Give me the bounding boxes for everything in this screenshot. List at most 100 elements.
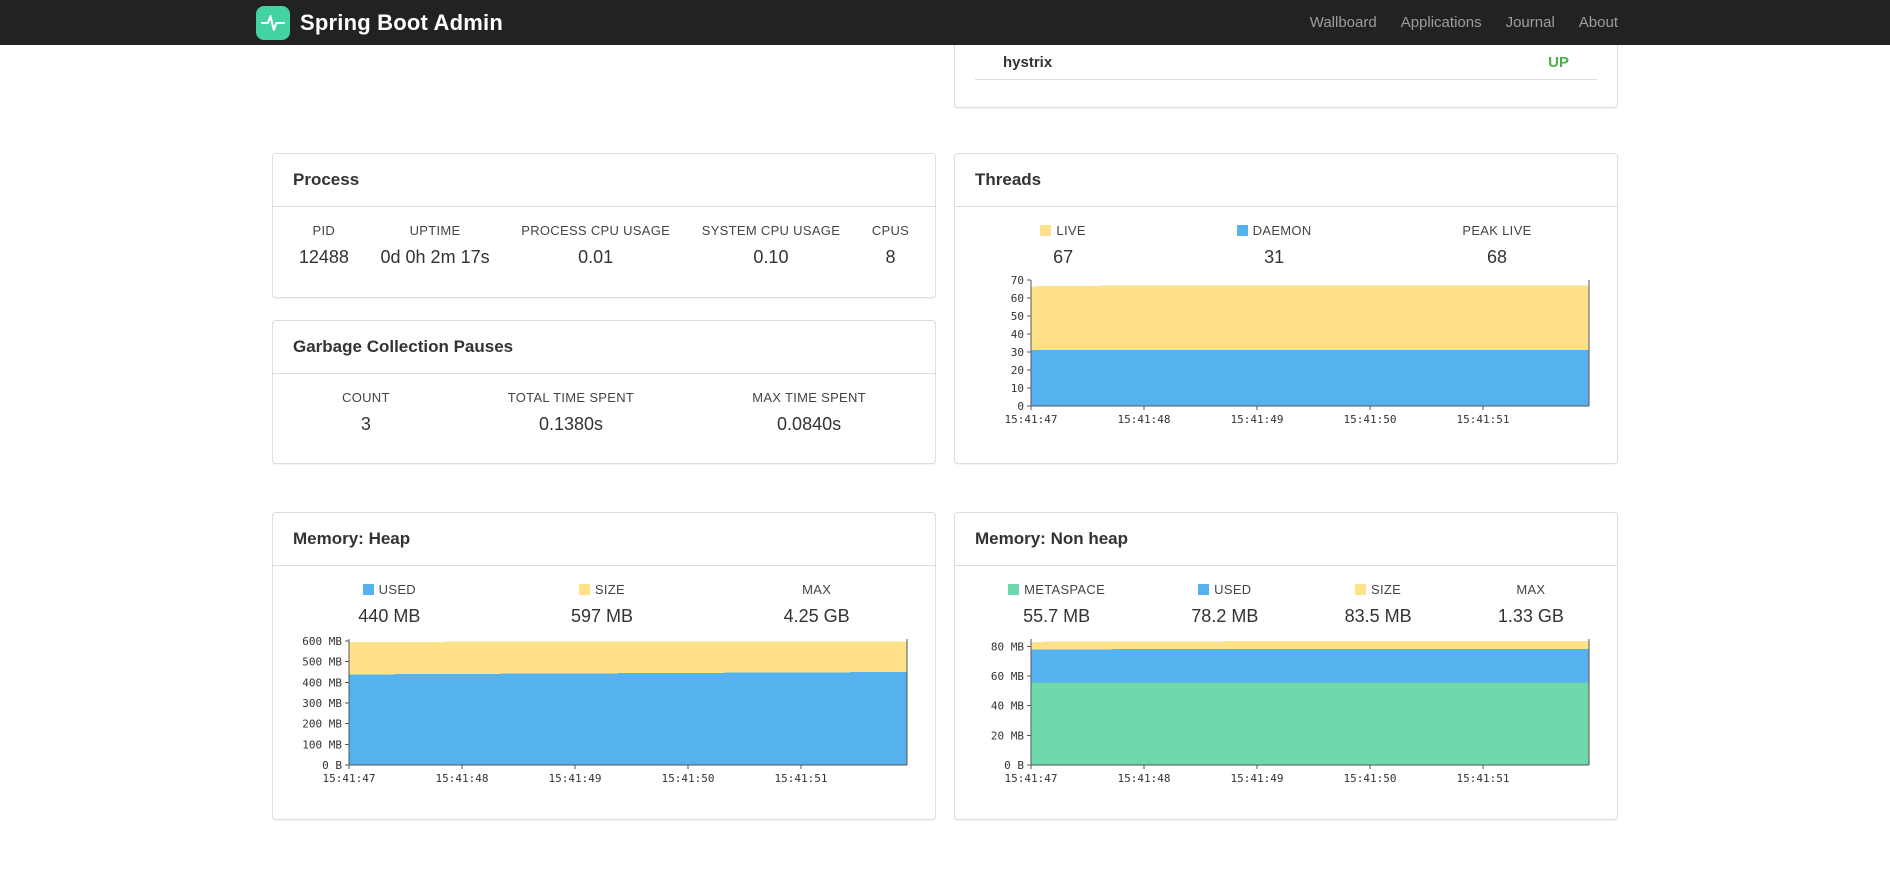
nonheap-legend: METASPACE 55.7 MB USED 78.2 MB SIZE 83.5…: [955, 566, 1617, 627]
legend-item-max: MAX 4.25 GB: [784, 582, 850, 627]
application-status-panel: hystrix UP: [954, 45, 1618, 108]
nav-link-applications[interactable]: Applications: [1401, 14, 1482, 31]
metric-value: 0.01: [578, 247, 614, 267]
svg-text:40 MB: 40 MB: [991, 700, 1024, 713]
legend-label: MAX: [1516, 582, 1546, 597]
threads-legend: LIVE 67 DAEMON 31 PEAK LIVE 68: [955, 207, 1617, 268]
metric-label: PID: [312, 223, 336, 238]
legend-label: MAX: [802, 582, 832, 597]
navbar-links: Wallboard Applications Journal About: [1310, 14, 1618, 31]
metric-label: UPTIME: [409, 223, 461, 238]
metric-uptime: UPTIME 0d 0h 2m 17s: [381, 223, 490, 268]
process-metrics: PID 12488 UPTIME 0d 0h 2m 17s PROCESS CP…: [273, 207, 935, 268]
svg-text:50: 50: [1011, 310, 1024, 323]
gc-panel: Garbage Collection Pauses COUNT 3 TOTAL …: [272, 320, 936, 464]
legend-item-live: LIVE 67: [1040, 223, 1086, 268]
legend-value: 68: [1486, 247, 1507, 267]
svg-text:500 MB: 500 MB: [302, 656, 342, 669]
legend-label: METASPACE: [1024, 582, 1106, 597]
metric-label: PROCESS CPU USAGE: [521, 223, 671, 238]
application-row[interactable]: hystrix UP: [975, 45, 1597, 80]
heap-legend: USED 440 MB SIZE 597 MB MAX 4.25 GB: [273, 566, 935, 627]
svg-text:15:41:51: 15:41:51: [775, 772, 828, 785]
nav-link-wallboard[interactable]: Wallboard: [1310, 14, 1377, 31]
panel-title: Garbage Collection Pauses: [273, 321, 935, 374]
spring-boot-admin-logo: [256, 5, 290, 40]
metric-value: 0.1380s: [538, 414, 603, 434]
svg-text:20: 20: [1011, 364, 1024, 377]
metric-label: TOTAL TIME SPENT: [507, 390, 635, 405]
gc-metrics: COUNT 3 TOTAL TIME SPENT 0.1380s MAX TIM…: [273, 374, 935, 435]
svg-text:0 B: 0 B: [1004, 759, 1024, 772]
svg-text:400 MB: 400 MB: [302, 676, 342, 689]
svg-text:300 MB: 300 MB: [302, 697, 342, 710]
legend-item-used: USED 440 MB: [358, 582, 420, 627]
legend-value: 31: [1264, 247, 1285, 267]
dashboard-content: Process PID 12488 UPTIME 0d 0h 2m 17s PR…: [272, 45, 1618, 820]
nav-link-about[interactable]: About: [1579, 14, 1618, 31]
legend-label: USED: [378, 582, 416, 597]
legend-value: 83.5 MB: [1344, 606, 1412, 626]
legend-value: 597 MB: [570, 606, 633, 626]
metric-pid: PID 12488: [299, 223, 349, 268]
svg-text:15:41:51: 15:41:51: [1457, 772, 1510, 785]
brand-link[interactable]: Spring Boot Admin: [256, 5, 504, 40]
svg-text:15:41:48: 15:41:48: [1118, 413, 1171, 426]
svg-text:15:41:49: 15:41:49: [549, 772, 602, 785]
svg-text:200 MB: 200 MB: [302, 718, 342, 731]
legend-swatch-used: [362, 584, 374, 595]
nav-link-journal[interactable]: Journal: [1506, 14, 1555, 31]
svg-text:0: 0: [1017, 400, 1024, 413]
left-column: Process PID 12488 UPTIME 0d 0h 2m 17s PR…: [272, 45, 936, 820]
svg-text:15:41:47: 15:41:47: [1005, 772, 1058, 785]
panel-title: Process: [273, 154, 935, 207]
svg-text:15:41:51: 15:41:51: [1457, 413, 1510, 426]
metric-label: MAX TIME SPENT: [752, 390, 866, 405]
legend-value: 78.2 MB: [1191, 606, 1259, 626]
legend-swatch-daemon: [1236, 225, 1248, 236]
threads-chart: 0 10 20 30 40 50 60 70 15:41:47 15:41:48 15:41:49 1…: [955, 268, 1617, 434]
brand-title: Spring Boot Admin: [300, 9, 504, 35]
memory-heap-chart: 0 B 100 MB 200 MB 300 MB 400 MB 500 MB 600 MB 1…: [273, 627, 935, 793]
svg-text:15:41:47: 15:41:47: [323, 772, 376, 785]
legend-swatch-size: [578, 584, 590, 595]
metric-system-cpu: SYSTEM CPU USAGE 0.10: [702, 223, 840, 268]
svg-text:30: 30: [1011, 346, 1024, 359]
svg-text:15:41:50: 15:41:50: [1344, 772, 1397, 785]
svg-text:60 MB: 60 MB: [991, 670, 1024, 683]
metric-gc-count: COUNT 3: [342, 390, 390, 435]
top-navbar: Spring Boot Admin Wallboard Applications…: [0, 0, 1890, 45]
svg-text:15:41:47: 15:41:47: [1005, 413, 1058, 426]
metric-label: CPUS: [871, 223, 910, 238]
panel-title: Memory: Non heap: [955, 513, 1617, 566]
metric-value: 0.0840s: [777, 414, 842, 434]
legend-swatch-metaspace: [1008, 584, 1020, 595]
metric-value: 12488: [298, 247, 349, 267]
legend-swatch-size: [1355, 584, 1367, 595]
svg-text:80 MB: 80 MB: [991, 640, 1024, 653]
legend-value: 440 MB: [358, 606, 421, 626]
metric-value: 0.10: [753, 247, 789, 267]
pulse-icon: [261, 14, 285, 31]
metric-value: 8: [885, 247, 896, 267]
legend-swatch-used: [1198, 584, 1210, 595]
svg-text:600 MB: 600 MB: [302, 635, 342, 648]
threads-panel: Threads LIVE 67 DAEMON 31 PEAK LIVE 68 0…: [954, 153, 1618, 464]
legend-label: SIZE: [594, 582, 626, 597]
legend-value: 4.25 GB: [783, 606, 850, 626]
memory-nonheap-chart: 0 B 20 MB 40 MB 60 MB 80 MB 15:41:47 15:41:48 1…: [955, 627, 1617, 793]
legend-item-size: SIZE 83.5 MB: [1345, 582, 1412, 627]
legend-value: 67: [1053, 247, 1074, 267]
metric-value: 3: [360, 414, 371, 434]
metric-value: 0d 0h 2m 17s: [380, 247, 490, 267]
svg-text:15:41:49: 15:41:49: [1231, 413, 1284, 426]
legend-value: 55.7 MB: [1023, 606, 1091, 626]
svg-text:15:41:49: 15:41:49: [1231, 772, 1284, 785]
legend-label: PEAK LIVE: [1462, 223, 1532, 238]
legend-item-peak-live: PEAK LIVE 68: [1462, 223, 1531, 268]
legend-value: 1.33 GB: [1497, 606, 1564, 626]
metric-gc-max-time: MAX TIME SPENT 0.0840s: [752, 390, 866, 435]
svg-text:15:41:48: 15:41:48: [1118, 772, 1171, 785]
svg-text:10: 10: [1011, 382, 1024, 395]
svg-text:20 MB: 20 MB: [991, 729, 1024, 742]
